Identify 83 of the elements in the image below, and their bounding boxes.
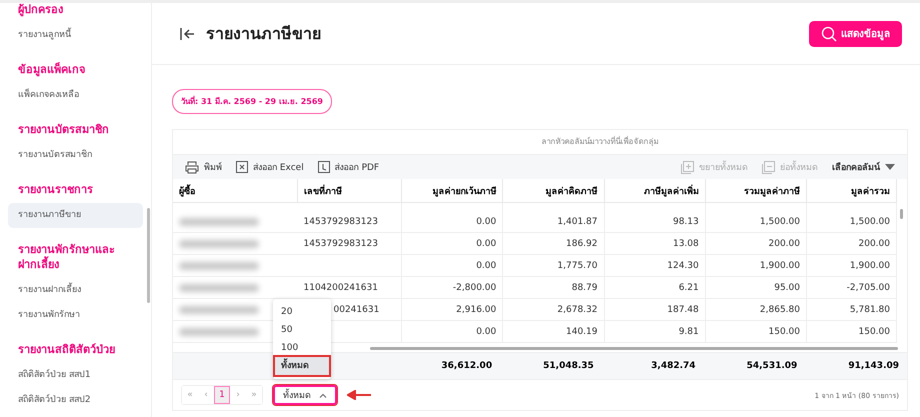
table-cell: 0.00	[402, 232, 503, 254]
table-cell: 1,401.87	[502, 202, 604, 232]
dropdown-caret-icon	[885, 164, 895, 170]
menu-option[interactable]: ทั้งหมด	[275, 357, 329, 375]
table-cell: 187.48	[604, 298, 706, 320]
column-header[interactable]: มูลค่ารวม	[806, 179, 896, 202]
show-data-button[interactable]: แสดงข้อมูล	[809, 20, 902, 46]
printer-icon	[185, 160, 199, 174]
table-cell: 1,500.00	[705, 202, 806, 232]
date-range-badge: วันที่: 31 มี.ค. 2569 - 29 เม.ย. 2569	[172, 89, 332, 114]
table-cell: 1453792983123	[298, 202, 402, 232]
column-header[interactable]: รวมมูลค่าภาษี	[705, 179, 806, 202]
table-cell: 0.00	[402, 254, 503, 276]
collapse-icon	[762, 160, 775, 174]
table-cell: 200.00	[705, 232, 806, 254]
sidebar-item[interactable]: รายงานฝากเลี้ยง	[8, 278, 143, 303]
table-cell: 124.30	[604, 254, 706, 276]
total-cell-text: 91,143.09	[847, 361, 900, 371]
sidebar-item[interactable]: สถิติสัตว์ป่วย สสป2	[8, 388, 143, 413]
vertical-scrollbar[interactable]	[900, 209, 903, 219]
table-cell: 1,900.00	[705, 254, 806, 276]
menu-option[interactable]: 50	[273, 321, 331, 339]
sidebar-item[interactable]: รายงานลูกหนี้	[8, 23, 143, 48]
page-button[interactable]: 1	[214, 386, 230, 404]
table-cell: 186.92	[502, 232, 604, 254]
expand-icon	[681, 160, 694, 174]
table-cell: 88.79	[502, 276, 604, 298]
back-icon[interactable]	[180, 26, 196, 40]
search-icon	[821, 26, 837, 42]
column-header[interactable]: เลขที่ภาษี	[298, 179, 402, 202]
page-title: รายงานภาษีขาย	[206, 23, 322, 45]
total-cell-text: 3,482.74	[650, 361, 697, 371]
table-cell: 5,781.80	[806, 298, 896, 320]
excel-icon	[236, 161, 248, 173]
caret-icon	[319, 392, 327, 398]
section-heading: รายงานสถิติสัตว์ป่วย	[17, 342, 116, 357]
table-cell: 1453792983123	[298, 232, 402, 254]
sidebar-item[interactable]: สถิติสัตว์ป่วย สสป1	[8, 363, 143, 388]
section-heading: ข้อมูลแพ็คเกจ	[17, 62, 86, 77]
toolbar-button[interactable]: พิมพ์	[185, 160, 222, 174]
total-cell-text: 51,048.35	[542, 361, 595, 371]
column-header[interactable]: ผู้ซื้อ	[173, 179, 298, 202]
table-cell: 150.00	[705, 320, 806, 342]
horizontal-scrollbar[interactable]	[370, 347, 898, 350]
table-cell: 200.00	[806, 232, 896, 254]
table-cell: 13.08	[604, 232, 706, 254]
table-cell: 2,678.32	[502, 298, 604, 320]
table-cell: 95.00	[705, 276, 806, 298]
arrow-icon	[347, 390, 371, 400]
table-cell: 98.13	[604, 202, 706, 232]
table-cell: 140.19	[502, 320, 604, 342]
table-cell: -2,705.00	[806, 276, 896, 298]
menu-option[interactable]: 100	[273, 339, 331, 357]
toolbar-button[interactable]: ส่งออก PDF	[318, 160, 380, 174]
column-header[interactable]: ภาษีมูลค่าเพิ่ม	[604, 179, 706, 202]
column-header[interactable]: มูลค่าคิดภาษี	[502, 179, 604, 202]
table-cell: 0.00	[402, 320, 503, 342]
scrollbar-thumb[interactable]	[147, 208, 150, 303]
total-cell-text: 54,531.09	[746, 361, 798, 371]
section-heading: รายงานบัตรสมาชิก	[17, 122, 110, 137]
toolbar-button[interactable]: ส่งออก Excel	[236, 160, 304, 174]
table-cell: 6.21	[604, 276, 706, 298]
section-heading: รายงานราชการ	[17, 182, 94, 197]
toolbar-button[interactable]: เลือกคอลัมน์	[832, 160, 895, 174]
total-cell-text: 36,612.00	[440, 361, 494, 371]
sidebar-item[interactable]: รายงานภาษีขาย	[8, 203, 143, 228]
pdf-icon	[318, 161, 330, 173]
table-cell: -2,800.00	[402, 276, 503, 298]
section-heading: ผู้ปกครอง	[17, 3, 64, 17]
sidebar-item[interactable]: รายงานบัตรสมาชิก	[8, 143, 143, 168]
table-cell: 9.81	[604, 320, 706, 342]
column-header[interactable]: มูลค่ายกเว้นภาษี	[402, 179, 503, 202]
page-size-select[interactable]: ทั้งหมด	[273, 385, 337, 405]
table-cell: 1,500.00	[806, 202, 896, 232]
sidebar-item[interactable]: รายงานพักรักษา	[8, 303, 143, 328]
section-heading: รายงานพักรักษาและฝากเลี้ยง	[17, 242, 116, 272]
table-cell: 1,775.70	[502, 254, 604, 276]
sidebar-item[interactable]: แพ็คเกจคงเหลือ	[8, 83, 143, 108]
table-cell: 0.00	[402, 202, 503, 232]
table-cell: 2,916.00	[402, 298, 503, 320]
table-cell: 1,900.00	[806, 254, 896, 276]
table-cell: 150.00	[806, 320, 896, 342]
table-cell: 2,865.80	[705, 298, 806, 320]
